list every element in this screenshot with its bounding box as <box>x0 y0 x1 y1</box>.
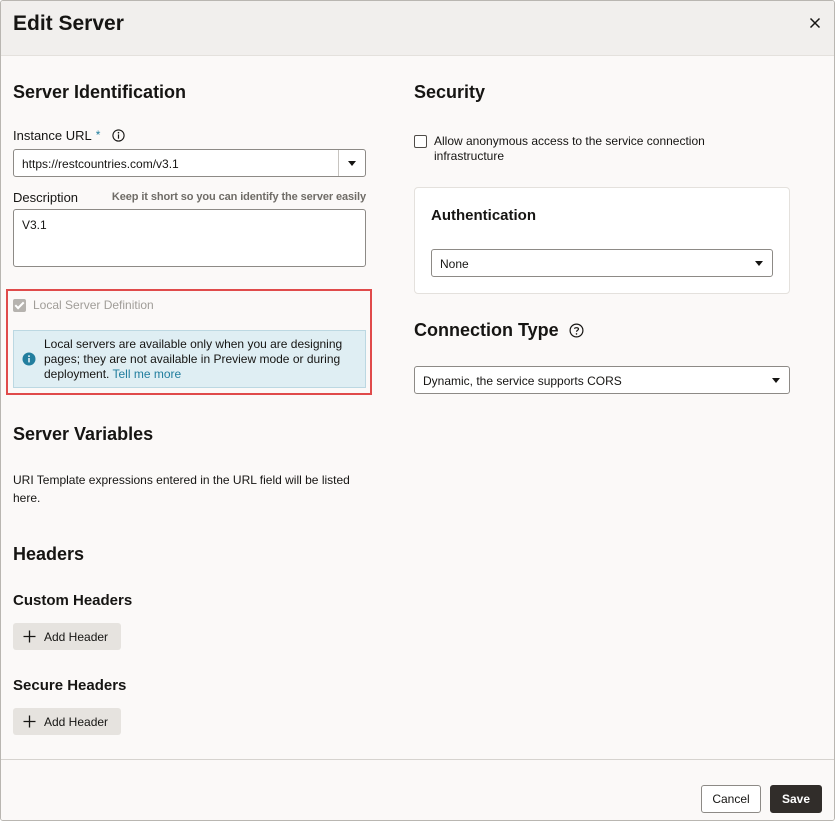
plus-icon <box>23 715 36 728</box>
description-label: Description <box>13 190 79 205</box>
description-value[interactable]: V3.1 <box>22 218 47 232</box>
instance-url-value[interactable]: https://restcountries.com/v3.1 <box>22 157 179 171</box>
authentication-dropdown-button[interactable] <box>746 250 772 276</box>
dialog-header: Edit Server <box>1 1 834 56</box>
connection-type-heading-text: Connection Type <box>414 320 559 340</box>
info-icon[interactable] <box>112 129 125 145</box>
info-text: Local servers are available only when yo… <box>44 337 343 381</box>
checkbox-checked-icon <box>13 299 26 312</box>
authentication-card: Authentication None <box>414 187 790 294</box>
close-icon <box>809 17 821 29</box>
authentication-select[interactable]: None <box>431 249 773 277</box>
instance-url-dropdown-button[interactable] <box>338 150 365 176</box>
close-button[interactable] <box>804 12 826 34</box>
dialog-title: Edit Server <box>13 12 124 35</box>
required-marker: * <box>95 128 101 142</box>
add-secure-header-label: Add Header <box>44 714 109 729</box>
instance-url-field[interactable]: https://restcountries.com/v3.1 <box>13 149 366 177</box>
headers-heading: Headers <box>13 544 85 564</box>
anonymous-access-checkbox[interactable]: Allow anonymous access to the service co… <box>414 134 744 164</box>
server-variables-text: URI Template expressions entered in the … <box>13 473 350 505</box>
description-field[interactable]: V3.1 <box>13 209 366 267</box>
instance-url-label-text: Instance URL <box>13 128 92 143</box>
security-heading: Security <box>414 82 486 102</box>
chevron-down-icon <box>755 260 763 266</box>
secure-headers-heading: Secure Headers <box>13 677 127 694</box>
info-filled-icon <box>22 352 36 371</box>
custom-headers-heading: Custom Headers <box>13 592 133 609</box>
connection-type-selected: Dynamic, the service supports CORS <box>423 374 622 388</box>
edit-server-dialog: Edit Server Server Identification Instan… <box>0 0 835 821</box>
tell-me-more-link[interactable]: Tell me more <box>113 367 182 381</box>
chevron-down-icon <box>348 160 356 166</box>
info-message-text: Local servers are available only when yo… <box>44 337 357 382</box>
local-server-checkbox: Local Server Definition <box>13 298 154 312</box>
server-identification-heading: Server Identification <box>13 82 187 102</box>
help-icon[interactable] <box>569 323 584 338</box>
local-server-label: Local Server Definition <box>33 298 154 312</box>
authentication-heading: Authentication <box>431 207 536 224</box>
local-server-info-message: Local servers are available only when yo… <box>13 330 366 388</box>
add-custom-header-button[interactable]: Add Header <box>13 623 122 650</box>
connection-type-dropdown-button[interactable] <box>763 367 789 393</box>
connection-type-select[interactable]: Dynamic, the service supports CORS <box>414 366 790 394</box>
connection-type-heading: Connection Type <box>414 320 584 341</box>
add-secure-header-button[interactable]: Add Header <box>13 708 122 735</box>
server-variables-heading: Server Variables <box>13 424 154 444</box>
plus-icon <box>23 630 36 643</box>
anonymous-access-label: Allow anonymous access to the service co… <box>434 134 705 163</box>
description-hint: Keep it short so you can identify the se… <box>111 191 366 203</box>
chevron-down-icon <box>772 377 780 383</box>
cancel-button[interactable]: Cancel <box>701 785 761 813</box>
instance-url-label: Instance URL * <box>13 128 125 145</box>
checkbox-unchecked-icon[interactable] <box>414 135 427 148</box>
save-button[interactable]: Save <box>770 785 822 813</box>
add-custom-header-label: Add Header <box>44 629 109 644</box>
authentication-selected: None <box>440 257 469 271</box>
